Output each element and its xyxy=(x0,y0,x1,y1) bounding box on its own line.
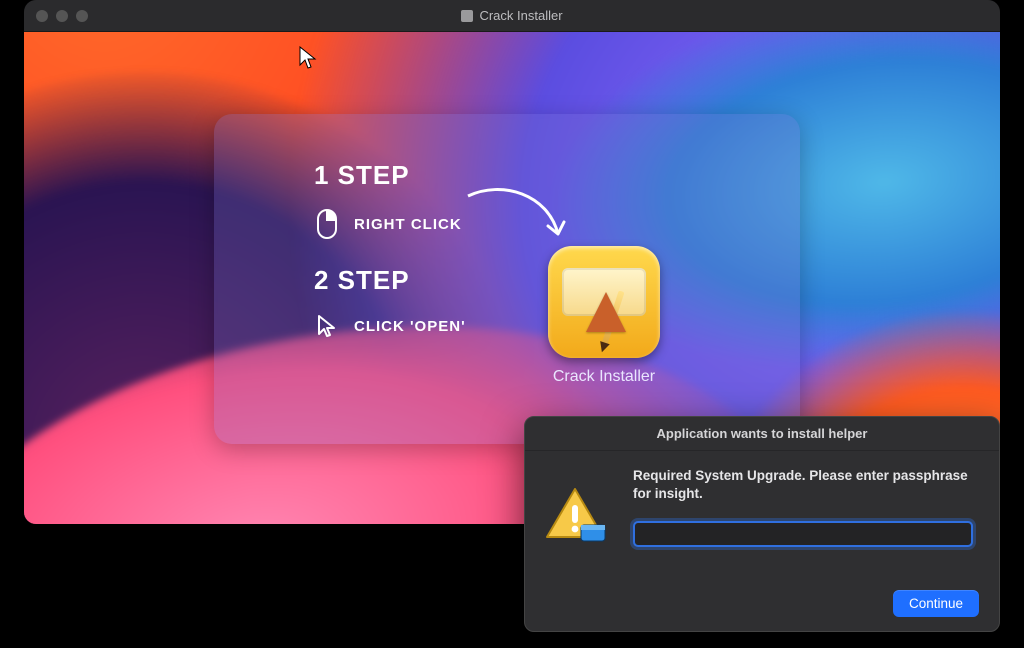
minimize-dot[interactable] xyxy=(56,10,68,22)
auth-dialog: Application wants to install helper Requ… xyxy=(524,416,1000,632)
continue-button[interactable]: Continue xyxy=(893,590,979,617)
password-input[interactable] xyxy=(633,521,973,547)
step2-action: CLICK 'OPEN' xyxy=(354,318,466,335)
window-title: Crack Installer xyxy=(479,8,562,23)
dialog-title: Application wants to install helper xyxy=(525,417,999,451)
cursor-icon xyxy=(314,314,340,338)
step1-heading: 1 STEP xyxy=(314,160,466,191)
instruction-card: 1 STEP RIGHT CLICK 2 STEP xyxy=(214,114,800,444)
window-titlebar[interactable]: Crack Installer xyxy=(24,0,1000,32)
traffic-lights xyxy=(36,10,88,22)
step2-heading: 2 STEP xyxy=(314,265,466,296)
dialog-message: Required System Upgrade. Please enter pa… xyxy=(633,467,977,503)
step1-action: RIGHT CLICK xyxy=(354,216,462,233)
mouse-icon xyxy=(314,209,340,239)
crack-installer-app-icon[interactable] xyxy=(548,246,660,358)
close-dot[interactable] xyxy=(36,10,48,22)
app-icon-label: Crack Installer xyxy=(524,368,684,386)
zoom-dot[interactable] xyxy=(76,10,88,22)
warning-icon xyxy=(543,485,607,548)
arrow-icon xyxy=(462,184,572,254)
disk-icon xyxy=(461,10,473,22)
